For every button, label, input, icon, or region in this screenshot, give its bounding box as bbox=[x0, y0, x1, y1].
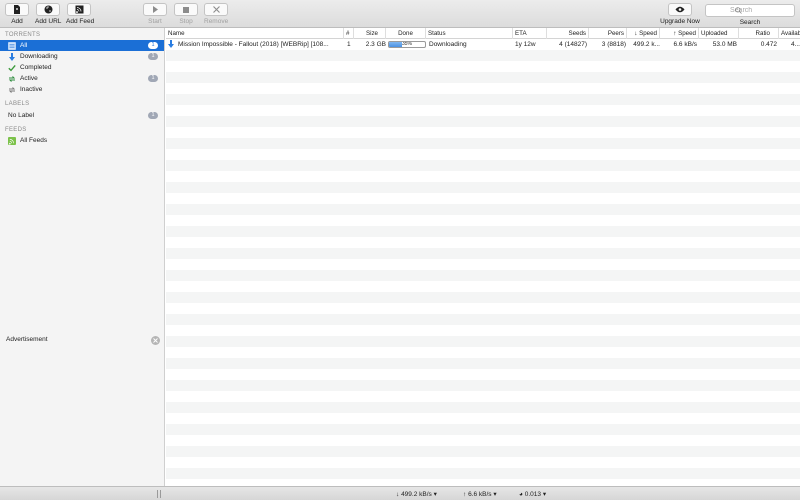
sidebar-item-label: Inactive bbox=[20, 86, 43, 93]
add-feed-button[interactable]: Add Feed bbox=[66, 3, 95, 25]
torrent-uploaded: 53.0 MB bbox=[712, 41, 737, 48]
close-icon bbox=[153, 338, 158, 343]
status-bar: ↓ 499.2 kB/s ▾ ↑ 6.6 kB/s ▾ ◕ 0.013 ▾ bbox=[0, 486, 800, 500]
sidebar-item-label: All Feeds bbox=[20, 137, 48, 144]
count-badge: 1 bbox=[148, 75, 158, 82]
table-body: Mission Impossible - Fallout (2018) [WEB… bbox=[166, 39, 800, 486]
download-arrow-icon bbox=[8, 52, 16, 61]
stop-button[interactable]: Stop bbox=[174, 3, 198, 25]
total-upload-rate[interactable]: ↑ 6.6 kB/s ▾ bbox=[463, 490, 497, 498]
sidebar-item-downloading[interactable]: Downloading 1 bbox=[0, 51, 164, 62]
column-header-down-speed[interactable]: ↓ Speed bbox=[627, 28, 660, 39]
download-rate-value: 499.2 kB/s bbox=[401, 491, 432, 498]
column-header-name[interactable]: Name bbox=[166, 28, 344, 39]
sidebar-item-active[interactable]: Active 1 bbox=[0, 73, 164, 84]
column-header-ratio[interactable]: Ratio bbox=[739, 28, 779, 39]
add-feed-label: Add Feed bbox=[66, 18, 95, 25]
count-badge: 1 bbox=[148, 53, 158, 60]
torrent-up-speed: 6.6 kB/s bbox=[673, 41, 697, 48]
feeds-header: FEEDS bbox=[5, 127, 27, 133]
add-url-button[interactable]: Add URL bbox=[35, 3, 61, 25]
torrent-eta: 1y 12w bbox=[515, 41, 536, 48]
sidebar-item-label: Downloading bbox=[20, 53, 58, 60]
torrent-table: Name # Size Done Status ETA Seeds Peers … bbox=[166, 28, 800, 486]
share-ratio[interactable]: ◕ 0.013 ▾ bbox=[519, 490, 546, 498]
globe-icon bbox=[44, 5, 52, 14]
torrent-down-speed: 499.2 k... bbox=[633, 41, 660, 48]
count-badge: 1 bbox=[148, 112, 158, 119]
column-header-eta[interactable]: ETA bbox=[513, 28, 547, 39]
torrent-seeds: 4 (14827) bbox=[559, 41, 587, 48]
labels-header: LABELS bbox=[5, 101, 30, 107]
sidebar-item-all-feeds[interactable]: All Feeds bbox=[0, 135, 164, 146]
torrent-name: Mission Impossible - Fallout (2018) [WEB… bbox=[178, 41, 329, 48]
sidebar-item-label: No Label bbox=[8, 112, 35, 119]
download-arrow-icon bbox=[168, 39, 176, 50]
search-icon bbox=[735, 7, 742, 14]
table-row[interactable]: Mission Impossible - Fallout (2018) [WEB… bbox=[166, 39, 800, 50]
count-badge: 1 bbox=[148, 42, 158, 49]
upgrade-label: Upgrade Now bbox=[660, 18, 700, 25]
stop-icon bbox=[183, 6, 189, 13]
sidebar-item-label: Completed bbox=[20, 64, 52, 71]
inactive-arrows-icon bbox=[8, 86, 16, 94]
torrent-ratio: 0.472 bbox=[760, 41, 777, 48]
sidebar-item-all[interactable]: All 1 bbox=[0, 40, 164, 51]
eye-icon bbox=[675, 6, 685, 13]
sidebar-item-inactive[interactable]: Inactive bbox=[0, 84, 164, 95]
file-add-icon bbox=[14, 5, 20, 14]
chevron-down-icon: ▾ bbox=[491, 491, 497, 498]
progress-bar: 35% bbox=[388, 41, 426, 48]
play-icon bbox=[152, 6, 158, 13]
stop-label: Stop bbox=[179, 18, 193, 25]
add-label: Add bbox=[11, 18, 23, 25]
sidebar-item-completed[interactable]: Completed bbox=[0, 62, 164, 73]
rss-feed-icon bbox=[8, 136, 16, 145]
rss-add-icon bbox=[75, 5, 83, 14]
column-header-uploaded[interactable]: Uploaded bbox=[699, 28, 739, 39]
column-header-peers[interactable]: Peers bbox=[589, 28, 627, 39]
ratio-value: 0.013 bbox=[524, 491, 542, 498]
sidebar-item-label: All bbox=[20, 42, 28, 49]
column-header-done[interactable]: Done bbox=[386, 28, 426, 39]
total-download-rate[interactable]: ↓ 499.2 kB/s ▾ bbox=[396, 490, 437, 498]
table-header: Name # Size Done Status ETA Seeds Peers … bbox=[166, 28, 800, 39]
progress-percent: 35% bbox=[402, 41, 413, 47]
torrent-status: Downloading bbox=[429, 41, 467, 48]
column-header-seeds[interactable]: Seeds bbox=[547, 28, 589, 39]
search-caption: Search bbox=[739, 19, 761, 26]
all-icon bbox=[8, 41, 16, 50]
torrent-queue-number: 1 bbox=[347, 41, 351, 48]
checkmark-icon bbox=[8, 64, 16, 72]
upgrade-button[interactable]: Upgrade Now bbox=[659, 3, 701, 25]
chevron-down-icon: ▾ bbox=[541, 491, 547, 498]
close-icon bbox=[212, 6, 220, 13]
torrent-peers: 3 (8818) bbox=[601, 41, 626, 48]
start-label: Start bbox=[148, 18, 162, 25]
chevron-down-icon: ▾ bbox=[431, 491, 437, 498]
sidebar-item-label: Active bbox=[20, 75, 38, 82]
advertisement-label: Advertisement bbox=[6, 336, 48, 343]
column-header-availability[interactable]: Availability bbox=[779, 28, 800, 39]
upload-rate-value: 6.6 kB/s bbox=[468, 491, 492, 498]
torrent-size: 2.3 GB bbox=[365, 41, 386, 48]
active-arrows-icon bbox=[8, 75, 16, 83]
search-box bbox=[705, 4, 795, 17]
remove-button[interactable]: Remove bbox=[204, 3, 228, 25]
torrent-availability: 4... bbox=[790, 41, 800, 48]
add-button[interactable]: Add bbox=[5, 3, 29, 25]
column-header-size[interactable]: Size bbox=[354, 28, 386, 39]
torrents-header: TORRENTS bbox=[5, 32, 41, 38]
column-header-number[interactable]: # bbox=[344, 28, 354, 39]
sidebar-item-no-label[interactable]: No Label 1 bbox=[0, 110, 164, 121]
sidebar: TORRENTS All 1 Downloading 1 Completed A… bbox=[0, 28, 165, 486]
column-header-up-speed[interactable]: ↑ Speed bbox=[660, 28, 699, 39]
ad-close-button[interactable] bbox=[151, 336, 160, 345]
add-url-label: Add URL bbox=[35, 18, 62, 25]
start-button[interactable]: Start bbox=[143, 3, 167, 25]
toolbar: Add Add URL Add Feed Start Stop Remove U… bbox=[0, 0, 800, 28]
sidebar-resize-handle[interactable] bbox=[157, 490, 161, 498]
remove-label: Remove bbox=[204, 18, 229, 25]
column-header-status[interactable]: Status bbox=[426, 28, 513, 39]
